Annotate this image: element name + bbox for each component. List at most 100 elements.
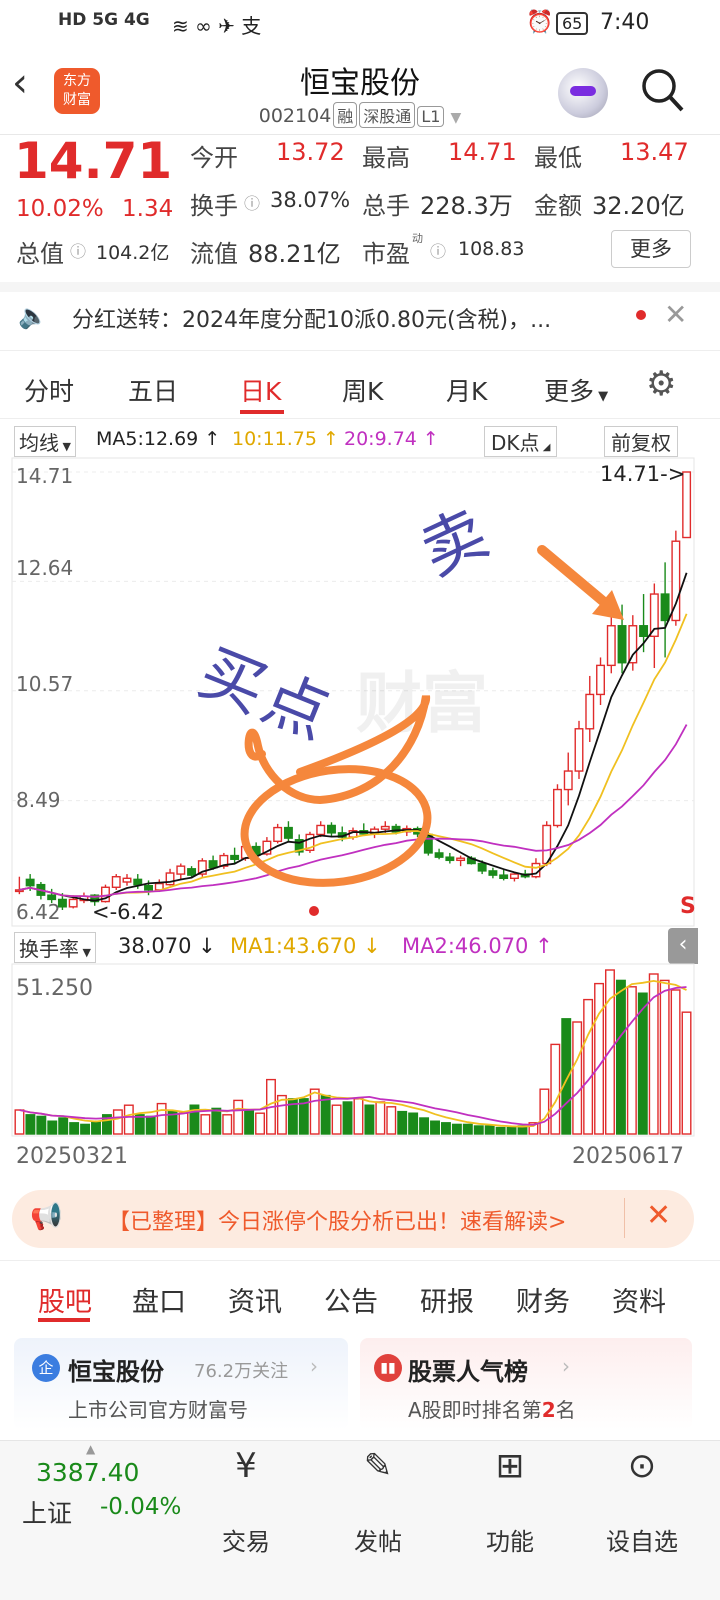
robot-assistant-icon[interactable] [558,68,608,118]
tab-pankou[interactable]: 盘口 [132,1280,186,1319]
adjust-selector[interactable]: 前复权 [604,426,678,457]
more-button[interactable]: 更多 [611,230,691,268]
turnover-bar [244,1109,255,1135]
turnover-bar [615,979,626,1135]
popularity-card[interactable]: ▮▮ 股票人气榜 › A股即时排名第2名 [360,1338,692,1430]
turnover-bar [233,1099,244,1135]
tab-profile[interactable]: 资料 [612,1280,666,1319]
tab-guba[interactable]: 股吧 [38,1280,92,1319]
ma10-value: 10:11.75 ↑ [232,428,339,450]
nav-post[interactable]: 发帖 [328,1522,428,1557]
turnover-max-label: 51.250 [16,976,93,1001]
volume-indicator-selector[interactable]: 换手率 ▼ [14,932,96,963]
sell-arrow [537,545,609,607]
turnover-bar [255,1112,266,1135]
tab-research[interactable]: 研报 [420,1280,474,1319]
turnover-bar [572,1021,583,1135]
turnover-ma1: MA1:43.670 ↓ [230,934,381,958]
tag-level: L1 [417,106,445,127]
turnover-bar [320,1094,331,1135]
tab-weekly-k[interactable]: 周K [342,372,383,408]
chevron-right-icon: › [562,1354,570,1378]
nav-trade[interactable]: 交易 [196,1522,296,1557]
tab-more[interactable]: 更多 ▼ [544,372,608,408]
official-account-card[interactable]: 企 恒宝股份 76.2万关注 › 上市公司官方财富号 [14,1338,348,1430]
rank-suffix: 名 [555,1398,576,1422]
mcap-label: 总值 [16,240,64,268]
function-icon[interactable]: ⊞ [460,1446,560,1486]
volume-value: 228.3万 [420,192,513,220]
turnover-bar [506,1126,517,1135]
turnover-bar [25,1114,36,1135]
active-tab-underline [240,410,284,414]
float-value: 88.21亿 [248,240,341,268]
turnover-bar [178,1112,189,1135]
turnover-bar [419,1117,430,1135]
turnover-bar [69,1122,80,1135]
dividend-notice[interactable]: 分红送转：2024年度分配10派0.80元(含税)，... [72,302,551,334]
close-icon[interactable]: ✕ [646,1198,671,1233]
megaphone-icon: 📢 [30,1202,63,1232]
turnover-bar [430,1120,440,1135]
tab-intraday[interactable]: 分时 [24,372,74,408]
watchlist-icon[interactable]: ⊙ [592,1446,692,1486]
turnover-bar [484,1125,495,1135]
dk-label: DK点 [491,431,540,455]
turnover-bar [659,979,670,1135]
info-icon[interactable]: ⓘ [244,190,260,214]
turnover-bar [397,1110,408,1135]
trade-icon[interactable]: ¥ [196,1446,296,1486]
dropdown-icon: ▼ [59,440,71,453]
index-expand-icon[interactable]: ▲ [86,1442,95,1456]
turnover-bar [14,1109,25,1135]
date-end: 20250617 [572,1144,684,1169]
popularity-subtitle: A股即时排名第2名 [408,1394,576,1423]
ma-selector[interactable]: 均线 ▼ [14,426,76,457]
nav-function[interactable]: 功能 [460,1522,560,1557]
close-icon[interactable]: ✕ [664,298,687,331]
ma20-value: 20:9.74 ↑ [344,428,439,450]
index-value[interactable]: 3387.40 [36,1458,139,1487]
battery-icon: 65 [556,12,589,35]
tab-news[interactable]: 资讯 [228,1280,282,1319]
tab-announcement[interactable]: 公告 [324,1280,378,1319]
official-account-subtitle: 上市公司官方财富号 [68,1398,248,1422]
info-icon[interactable]: ⓘ [70,238,86,262]
mcap-value: 104.2亿 [96,242,170,264]
turnover-bar [342,1101,353,1135]
tab-finance[interactable]: 财务 [516,1280,570,1319]
turnover-bar [331,1104,342,1135]
high-value: 14.71 [448,138,517,166]
tab-daily-k[interactable]: 日K [240,372,281,408]
alarm-icon: ⏰ [526,10,554,35]
turnover-bar [495,1126,506,1135]
turnover-bar [58,1117,69,1135]
nav-watchlist[interactable]: 设自选 [592,1522,692,1557]
turnover-bar [451,1123,462,1135]
open-label: 今开 [190,144,238,172]
tab-monthly-k[interactable]: 月K [446,372,487,408]
turnover-label: 换手 [190,192,238,220]
turnover-bar [408,1112,419,1135]
turnover-bar [605,969,615,1135]
promo-banner[interactable]: 📢 【已整理】今日涨停个股分析已出！速看解读> ✕ [12,1190,694,1248]
collapse-panel-button[interactable]: ‹ [668,928,698,964]
dk-point-selector[interactable]: DK点 ◢ [484,426,558,457]
rank-prefix: A股即时排名第 [408,1398,542,1422]
turnover-bar [670,989,681,1135]
search-icon[interactable] [640,66,684,116]
current-price: 14.71 [14,132,173,190]
gear-icon[interactable]: ⚙ [646,364,676,404]
stock-code-row[interactable]: 002104 融深股通 L1 ▼ [0,102,720,128]
turnover-bar [462,1123,473,1135]
turnover-bar [375,1101,386,1135]
tab-five-day[interactable]: 五日 [128,372,178,408]
pe-value: 108.83 [458,238,525,260]
official-account-follows: 76.2万关注 [194,1361,289,1382]
info-icon[interactable]: ⓘ [430,238,446,262]
tag-margin: 融 [333,102,358,128]
price-chart[interactable]: 14.71 12.64 10.57 8.49 6.42 14.71-> <-6.… [0,454,720,930]
high-label: 最高 [362,144,410,172]
post-icon[interactable]: ✎ [328,1446,428,1486]
turnover-value: 38.07% [270,188,351,212]
